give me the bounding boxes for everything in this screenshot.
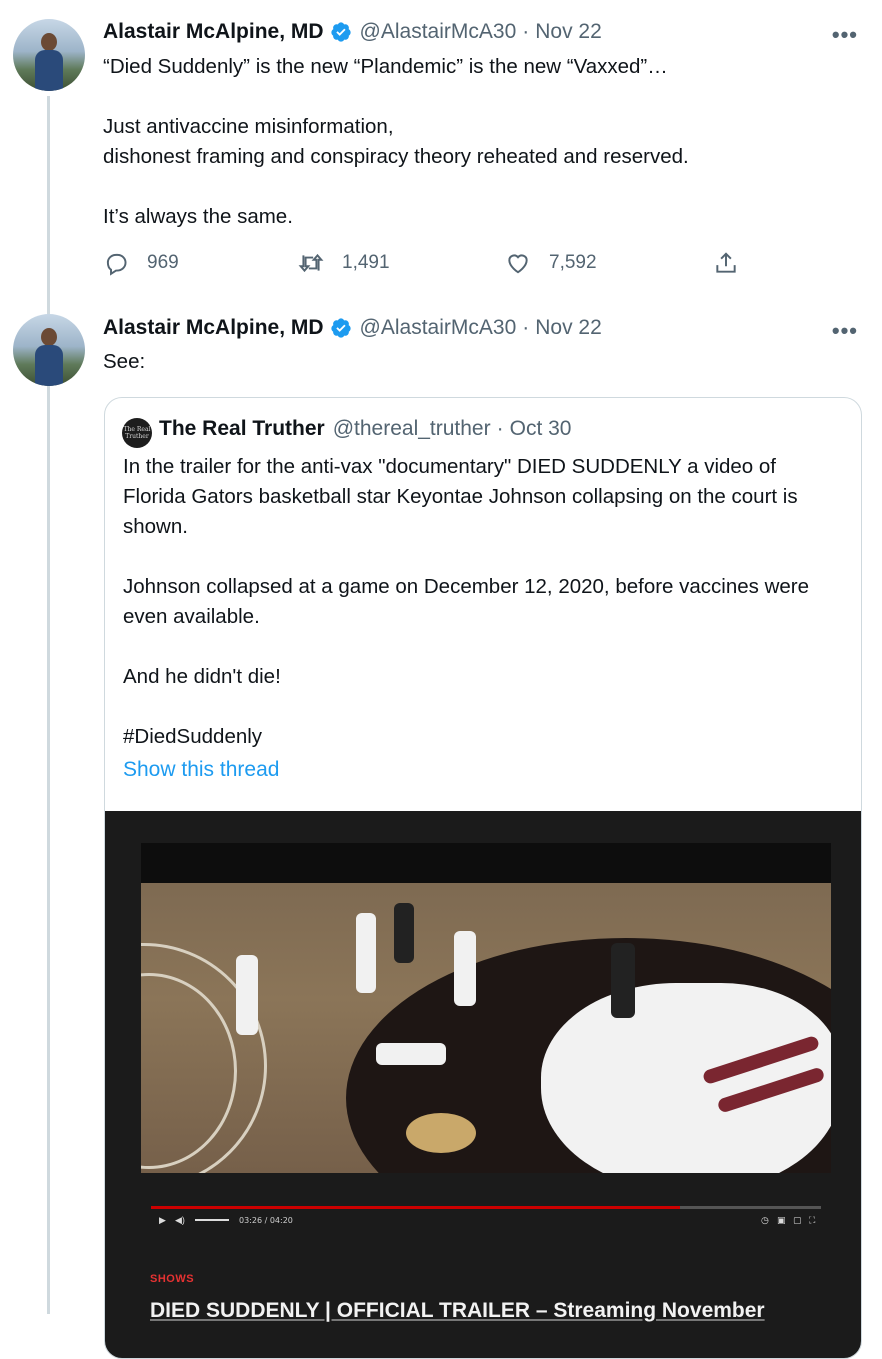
verified-badge-icon <box>330 22 351 42</box>
tweet-header: Alastair McAlpine, MD @AlastairMcA30 · N… <box>103 20 602 44</box>
author-handle[interactable]: @AlastairMcA30 <box>360 20 517 44</box>
reply-icon <box>106 253 127 276</box>
like-count: 7,592 <box>549 252 597 273</box>
tweet-header: Alastair McAlpine, MD @AlastairMcA30 · N… <box>103 316 602 340</box>
quoted-date[interactable]: Oct 30 <box>510 417 572 441</box>
more-options-button[interactable]: ••• <box>832 22 858 48</box>
separator-dot: · <box>522 316 530 339</box>
like-button[interactable]: 7,592 <box>505 250 597 276</box>
tweet-text: See: <box>103 350 146 373</box>
quoted-author-handle[interactable]: @thereal_truther <box>333 417 491 441</box>
tweet-actions: 969 1,491 7,592 <box>103 250 753 280</box>
play-icon[interactable]: ▶ <box>159 1215 166 1226</box>
show-thread-link[interactable]: Show this thread <box>123 758 279 782</box>
reply-count: 969 <box>147 252 179 273</box>
card-category-label: SHOWS <box>150 1273 195 1285</box>
video-controls: ▶ ◀) 03:26 / 04:20 ◷ ▣ ▢ ⛶ <box>141 1206 831 1234</box>
author-handle[interactable]: @AlastairMcA30 <box>360 316 517 340</box>
video-thumbnail[interactable] <box>141 843 831 1173</box>
verified-badge-icon <box>330 318 351 338</box>
reply-button[interactable]: 969 <box>103 250 179 276</box>
tweet-date[interactable]: Nov 22 <box>535 316 602 340</box>
card-title[interactable]: DIED SUDDENLY | OFFICIAL TRAILER – Strea… <box>150 1299 765 1323</box>
fullscreen-icon[interactable]: ⛶ <box>809 1215 815 1226</box>
basketball-court-image <box>141 883 831 1173</box>
settings-icon[interactable]: ▢ <box>793 1215 802 1226</box>
tweet-1[interactable]: Alastair McAlpine, MD @AlastairMcA30 · N… <box>0 0 882 300</box>
retweet-count: 1,491 <box>342 252 390 273</box>
video-progress-bar[interactable] <box>151 1206 821 1209</box>
quoted-author-name[interactable]: The Real Truther <box>159 417 325 441</box>
more-options-button[interactable]: ••• <box>832 318 858 344</box>
avatar[interactable] <box>13 19 85 91</box>
quoted-avatar[interactable]: The Real Truther <box>122 418 152 448</box>
heart-icon <box>508 254 528 274</box>
separator-dot: · <box>522 20 530 43</box>
share-icon <box>716 252 736 273</box>
quoted-header: The Real Truther @thereal_truther · Oct … <box>159 417 571 441</box>
subtitles-icon[interactable]: ▣ <box>777 1215 786 1226</box>
separator-dot: · <box>496 417 504 440</box>
author-name[interactable]: Alastair McAlpine, MD <box>103 20 324 44</box>
retweet-icon <box>298 253 324 273</box>
quoted-tweet[interactable]: The Real Truther The Real Truther @there… <box>104 397 862 1359</box>
tweet-date[interactable]: Nov 22 <box>535 20 602 44</box>
volume-icon[interactable]: ◀) <box>175 1215 185 1226</box>
video-time: 03:26 / 04:20 <box>239 1216 293 1225</box>
share-button[interactable] <box>713 250 739 276</box>
tweet-text: “Died Suddenly” is the new “Plandemic” i… <box>103 55 689 228</box>
media-card[interactable]: ▶ ◀) 03:26 / 04:20 ◷ ▣ ▢ ⛶ SHOWS DIED SU… <box>105 811 861 1358</box>
author-name[interactable]: Alastair McAlpine, MD <box>103 316 324 340</box>
clock-icon[interactable]: ◷ <box>761 1215 769 1226</box>
retweet-button[interactable]: 1,491 <box>298 250 390 276</box>
quoted-text: In the trailer for the anti-vax "documen… <box>123 455 810 748</box>
avatar[interactable] <box>13 314 85 386</box>
